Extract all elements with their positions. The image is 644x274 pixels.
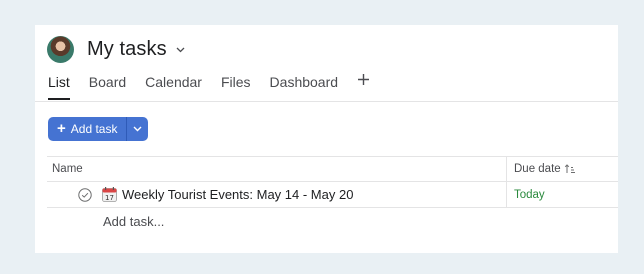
add-task-button[interactable]: + Add task	[48, 117, 127, 141]
add-task-dropdown-button[interactable]	[127, 117, 149, 141]
chevron-down-icon[interactable]	[176, 45, 186, 55]
complete-checkmark-icon[interactable]	[78, 188, 92, 202]
chevron-down-icon	[133, 126, 142, 132]
sort-ascending-icon[interactable]	[564, 163, 576, 175]
add-tab-plus-icon[interactable]	[357, 72, 370, 89]
avatar[interactable]	[47, 35, 74, 63]
add-task-row[interactable]: Add task...	[47, 208, 618, 234]
plus-icon: +	[57, 120, 66, 137]
svg-text:17: 17	[105, 194, 114, 202]
column-header-due-date[interactable]: Due date	[506, 157, 576, 181]
view-tabs: List Board Calendar Files Dashboard	[48, 73, 370, 101]
tab-dashboard[interactable]: Dashboard	[270, 73, 339, 100]
tab-files[interactable]: Files	[221, 73, 251, 100]
table-header-row: Name Due date	[47, 156, 618, 182]
add-task-button-group: + Add task	[48, 117, 149, 141]
add-task-label: Add task	[70, 122, 118, 136]
column-header-name[interactable]: Name	[52, 157, 83, 181]
task-title[interactable]: Weekly Tourist Events: May 14 - May 20	[122, 182, 353, 207]
tabs-divider	[35, 101, 618, 102]
tab-list[interactable]: List	[48, 73, 70, 100]
due-date-value: Today	[514, 188, 545, 201]
my-tasks-panel: My tasks List Board Calendar Files Dashb…	[35, 25, 618, 253]
table-row[interactable]: 17 Weekly Tourist Events: May 14 - May 2…	[47, 182, 618, 208]
tab-board[interactable]: Board	[89, 73, 126, 100]
task-table: Name Due date 17 Weekly Tourist Events: …	[47, 156, 618, 234]
tab-calendar[interactable]: Calendar	[145, 73, 202, 100]
page-title: My tasks	[87, 37, 167, 60]
task-due-cell[interactable]: Today	[506, 182, 545, 207]
project-header: My tasks	[47, 35, 186, 63]
add-task-inline-input[interactable]: Add task...	[103, 208, 164, 234]
column-header-due-label: Due date	[514, 163, 561, 175]
calendar-emoji-icon: 17	[102, 187, 117, 202]
